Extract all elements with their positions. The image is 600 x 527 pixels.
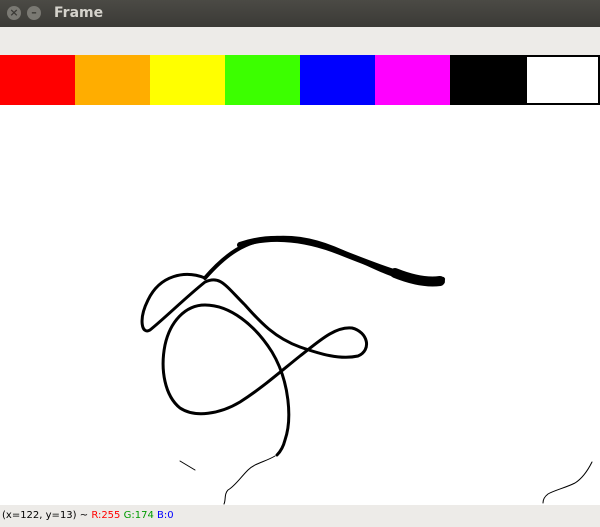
swatch-green[interactable] — [225, 55, 300, 105]
stroke-small-dash — [179, 460, 196, 471]
stroke-right-squiggle — [542, 461, 593, 504]
color-palette — [0, 55, 600, 105]
cursor-coordinates: (x=122, y=13) ~ — [2, 510, 89, 521]
stroke-thick-mid — [237, 235, 403, 277]
swatch-magenta[interactable] — [375, 55, 450, 105]
swatch-blue[interactable] — [300, 55, 375, 105]
status-bar: (x=122, y=13) ~ R:255 G:174 B:0 — [0, 505, 600, 527]
app-window: × – Frame (x=122, y=13) ~ R:255 G:174 B:… — [0, 0, 600, 527]
window-title: Frame — [54, 5, 104, 21]
title-bar[interactable]: × – Frame — [0, 0, 600, 27]
close-icon[interactable]: × — [7, 6, 21, 20]
swatch-orange[interactable] — [75, 55, 150, 105]
minimize-icon[interactable]: – — [27, 6, 41, 20]
menu-bar — [0, 27, 600, 55]
swatch-red[interactable] — [0, 55, 75, 105]
blue-value: B:0 — [157, 510, 174, 521]
stroke-left-loop — [140, 273, 368, 457]
red-value: R:255 — [91, 510, 121, 521]
stroke-bottom-squiggle — [223, 455, 276, 505]
drawing-strokes — [140, 235, 593, 505]
swatch-white[interactable] — [525, 55, 600, 105]
green-value: G:174 — [123, 510, 154, 521]
drawing-canvas[interactable] — [0, 105, 600, 505]
swatch-black[interactable] — [450, 55, 525, 105]
swatch-yellow[interactable] — [150, 55, 225, 105]
